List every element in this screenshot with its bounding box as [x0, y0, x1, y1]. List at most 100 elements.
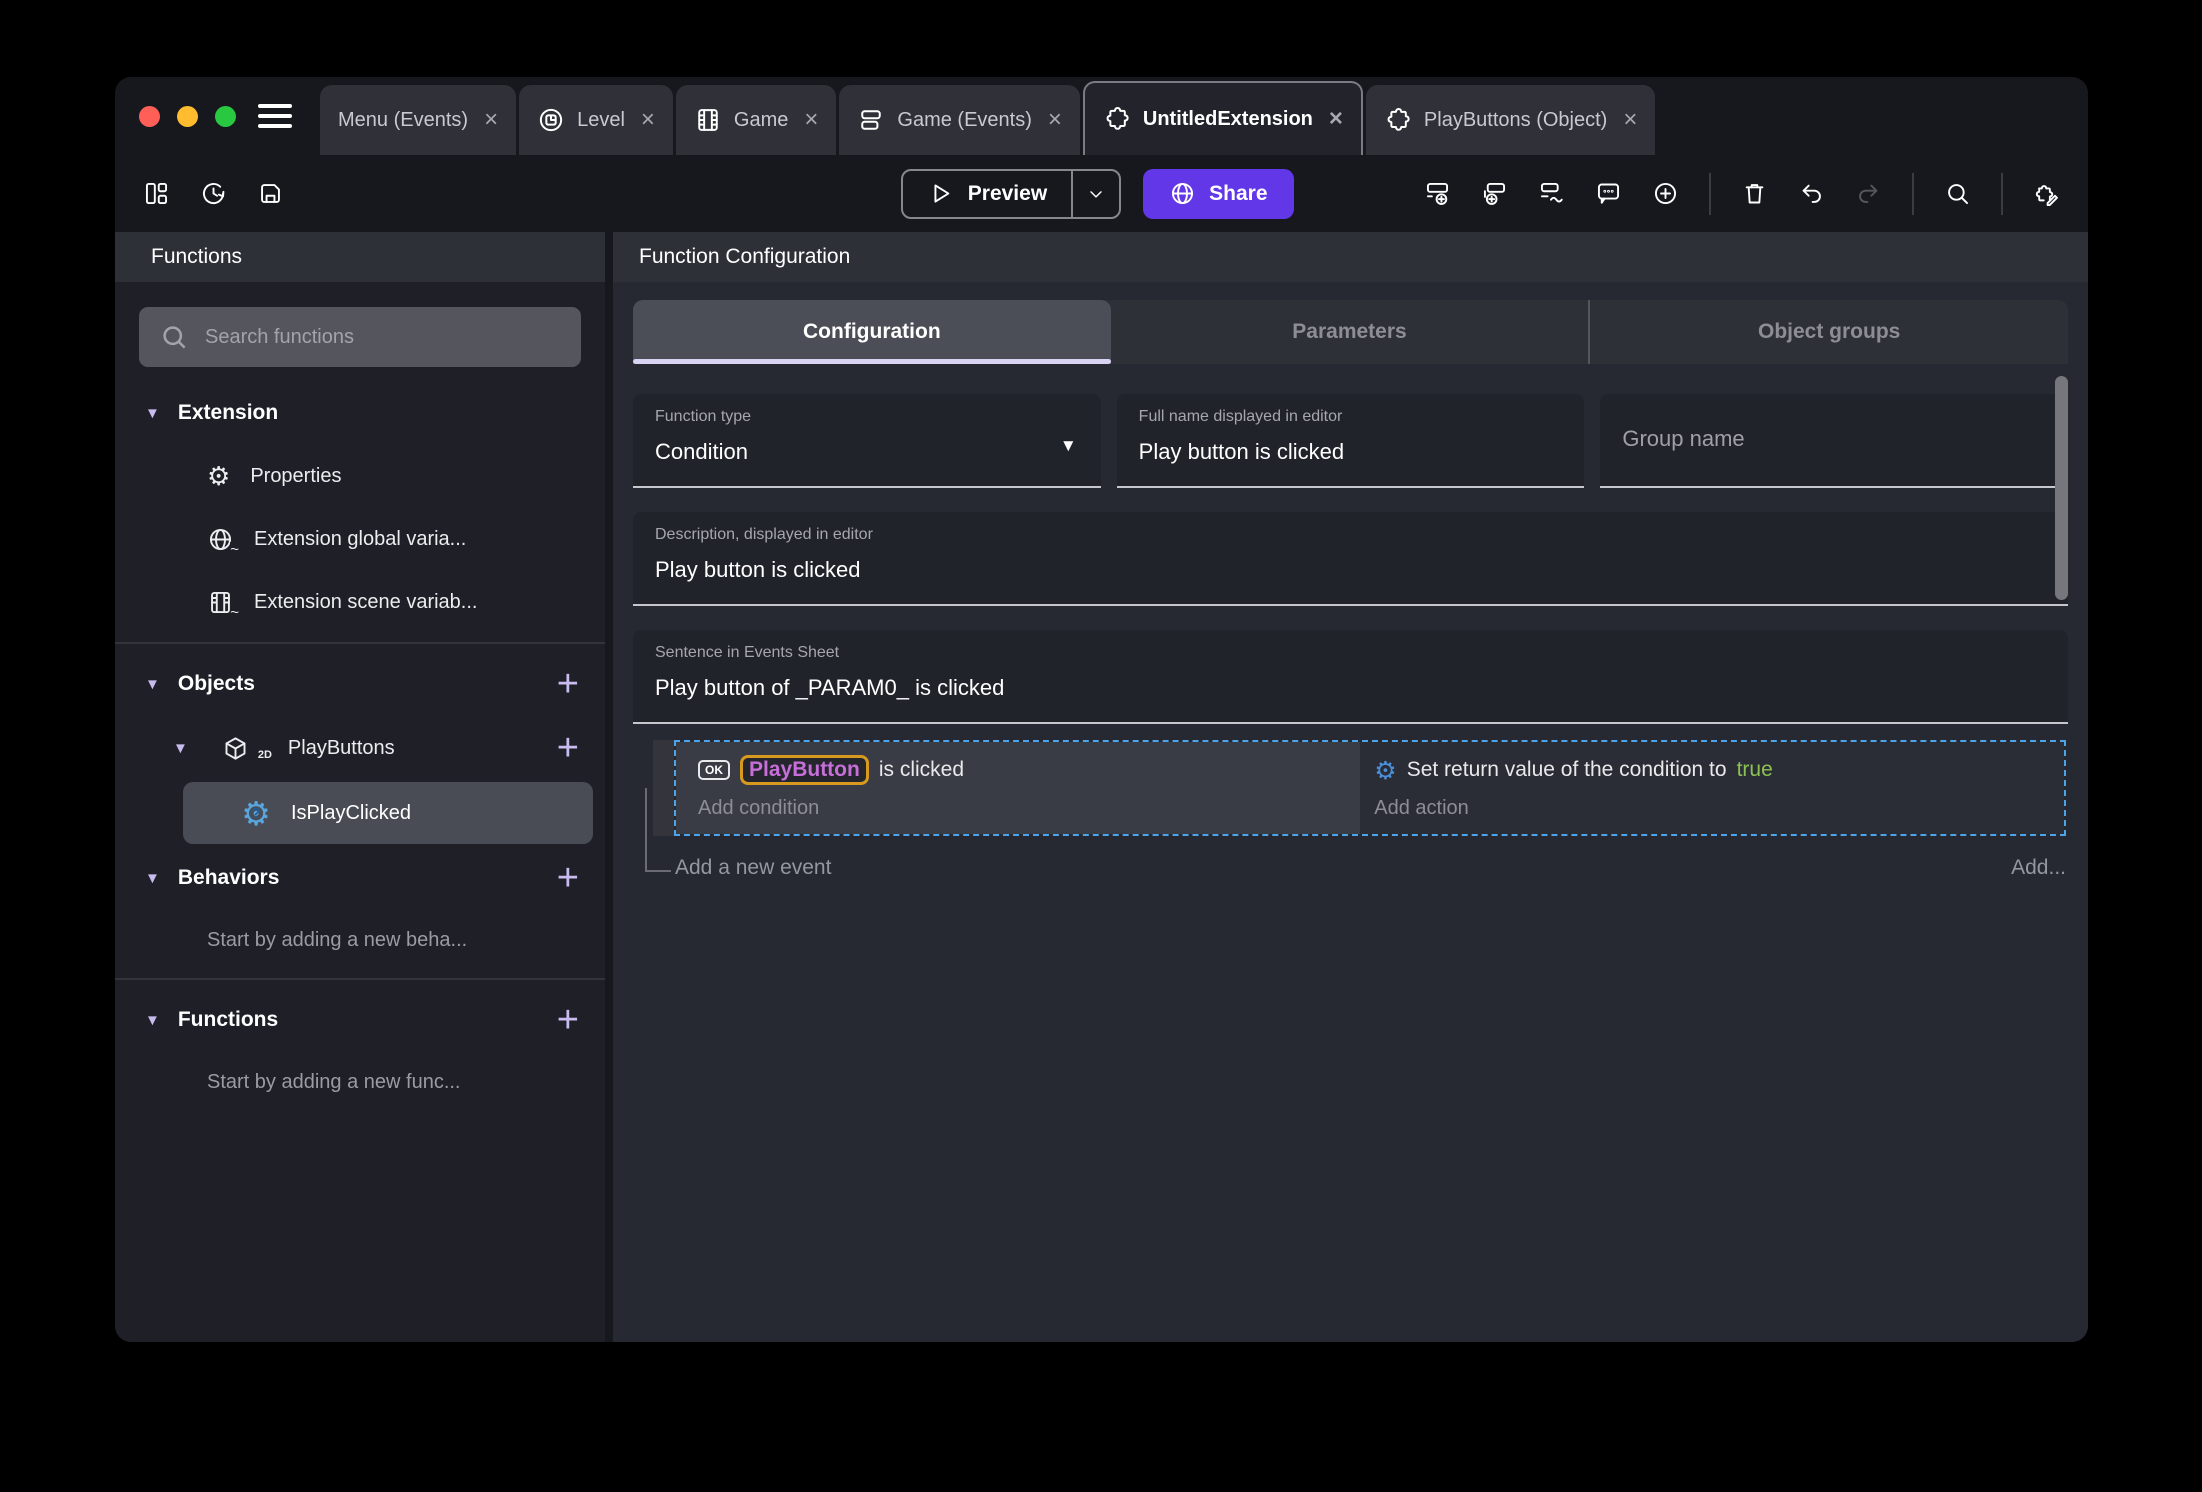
cube-2d-icon [225, 736, 246, 760]
search-icon [163, 326, 186, 349]
tab-game[interactable]: Game × [675, 85, 837, 155]
gear-icon: ⚙ [207, 461, 231, 492]
zoom-window-button[interactable] [215, 105, 236, 127]
tab-parameters[interactable]: Parameters [1111, 300, 1589, 364]
section-objects[interactable]: ▼ Objects + [115, 652, 605, 716]
comment-icon[interactable] [1595, 180, 1622, 207]
share-label: Share [1209, 181, 1268, 205]
add-event-icon[interactable] [1424, 180, 1451, 207]
add-more-button[interactable]: Add... [2011, 856, 2066, 880]
section-extension[interactable]: ▼ Extension [115, 381, 605, 445]
close-icon[interactable]: × [1048, 106, 1062, 134]
close-icon[interactable]: × [641, 106, 655, 134]
trash-icon[interactable] [1741, 180, 1768, 207]
sidebar-item-properties[interactable]: ⚙ Properties [115, 445, 605, 508]
chevron-down-icon[interactable]: ▼ [145, 405, 160, 422]
chevron-down-icon[interactable]: ▼ [173, 740, 188, 757]
function-type-select[interactable]: Function type Condition ▼ [633, 394, 1101, 488]
tab-game-events[interactable]: Game (Events) × [839, 85, 1080, 155]
main-menu-icon[interactable] [258, 104, 292, 128]
chevron-down-icon[interactable]: ▼ [145, 1012, 160, 1029]
minimize-window-button[interactable] [177, 105, 198, 127]
sidebar-item-scene-variables[interactable]: ~ Extension scene variab... [115, 571, 605, 634]
app-window: Menu (Events) × Level × Game × Game (Eve… [115, 77, 2088, 1342]
item-label: PlayButtons [287, 736, 395, 759]
tab-configuration[interactable]: Configuration [633, 300, 1111, 364]
add-subevent-icon[interactable] [1481, 180, 1508, 207]
group-name-field[interactable] [1600, 394, 2069, 488]
action-item[interactable]: ⚙ Set return value of the condition to t… [1374, 750, 2064, 790]
main-panel-title: Function Configuration [613, 232, 2088, 282]
full-name-field[interactable]: Full name displayed in editor Play butto… [1116, 394, 1585, 488]
add-function-button[interactable]: + [557, 1001, 579, 1039]
add-condition-button[interactable]: Add condition [698, 790, 1360, 826]
close-icon[interactable]: × [484, 106, 498, 134]
redo-icon[interactable] [1855, 180, 1882, 207]
actions-column: ⚙ Set return value of the condition to t… [1360, 742, 2064, 834]
search-functions-input[interactable] [139, 307, 581, 367]
selected-object-parameter[interactable]: PlayButton [740, 755, 869, 785]
section-label: Functions [177, 1008, 279, 1031]
add-function-to-object-button[interactable]: + [557, 729, 579, 767]
section-functions[interactable]: ▼ Functions + [115, 988, 605, 1052]
add-inline-event-icon[interactable] [1538, 180, 1565, 207]
preview-options-button[interactable] [1073, 171, 1119, 217]
undo-icon[interactable] [1798, 180, 1825, 207]
sidebar-item-isplayclicked[interactable]: ⚙? IsPlayClicked [183, 782, 593, 844]
description-field[interactable]: Description, displayed in editor Play bu… [633, 512, 2068, 606]
history-icon[interactable] [200, 180, 227, 207]
circle-plus-icon[interactable] [1652, 180, 1679, 207]
group-name-input[interactable] [1622, 426, 2047, 452]
tab-level[interactable]: Level × [519, 85, 673, 155]
chevron-down-icon[interactable]: ▼ [145, 870, 160, 887]
close-icon[interactable]: × [804, 106, 818, 134]
sidebar-title: Functions [115, 232, 605, 282]
divider [115, 978, 605, 980]
puzzle-icon [1387, 108, 1410, 131]
share-button[interactable]: Share [1143, 168, 1294, 219]
preview-button[interactable]: Preview [903, 171, 1071, 217]
behaviors-empty-hint[interactable]: Start by adding a new beha... [115, 910, 605, 970]
tab-playbuttons-object[interactable]: PlayButtons (Object) × [1365, 85, 1656, 155]
section-label: Objects [177, 672, 255, 695]
layout-panels-icon[interactable] [143, 180, 170, 207]
condition-item[interactable]: OK PlayButton is clicked [698, 750, 1360, 790]
film-icon [698, 109, 718, 131]
main-panel-title-label: Function Configuration [639, 245, 851, 268]
tab-menu-events[interactable]: Menu (Events) × [320, 85, 517, 155]
action-value: true [1736, 758, 1773, 781]
scrollbar-thumb[interactable] [2055, 376, 2068, 600]
chevron-down-icon[interactable]: ▼ [145, 676, 160, 693]
close-icon[interactable]: × [1329, 105, 1343, 133]
section-behaviors[interactable]: ▼ Behaviors + [115, 846, 605, 910]
item-label: IsPlayClicked [291, 801, 412, 824]
scene-variable-icon: ~ [207, 589, 239, 620]
sentence-field[interactable]: Sentence in Events Sheet Play button of … [633, 630, 2068, 724]
tab-object-groups[interactable]: Object groups [1588, 300, 2068, 364]
event-row[interactable]: OK PlayButton is clicked Add condition ⚙… [653, 740, 2066, 836]
tab-label: Level [577, 108, 625, 131]
screen: Menu (Events) × Level × Game × Game (Eve… [0, 0, 2202, 1492]
sidebar-item-playbuttons[interactable]: ▼ 2D PlayButtons + [115, 716, 605, 780]
preview-label: Preview [967, 181, 1048, 205]
close-icon[interactable]: × [1623, 106, 1637, 134]
tab-label: Game (Events) [897, 108, 1032, 131]
sidebar-item-global-variables[interactable]: ~ Extension global varia... [115, 508, 605, 571]
condition-function-icon: ⚙? [241, 793, 271, 833]
search-icon[interactable] [1944, 180, 1971, 207]
tab-label: UntitledExtension [1142, 107, 1313, 130]
edit-extension-icon[interactable] [2033, 180, 2060, 207]
editor-tabs: Menu (Events) × Level × Game × Game (Eve… [320, 77, 1656, 155]
titlebar: Menu (Events) × Level × Game × Game (Eve… [115, 77, 2088, 155]
functions-empty-hint[interactable]: Start by adding a new func... [115, 1052, 605, 1112]
tab-untitled-extension[interactable]: UntitledExtension × [1082, 81, 1363, 155]
close-window-button[interactable] [139, 105, 160, 127]
add-object-button[interactable]: + [557, 665, 579, 703]
section-label: Extension [177, 401, 279, 424]
add-behavior-button[interactable]: + [557, 859, 579, 897]
add-action-button[interactable]: Add action [1374, 790, 2064, 826]
globe-icon [1172, 182, 1194, 205]
add-new-event-button[interactable]: Add a new event [675, 856, 831, 880]
toolbar: Preview Share [115, 155, 2088, 232]
save-icon[interactable] [257, 180, 284, 207]
